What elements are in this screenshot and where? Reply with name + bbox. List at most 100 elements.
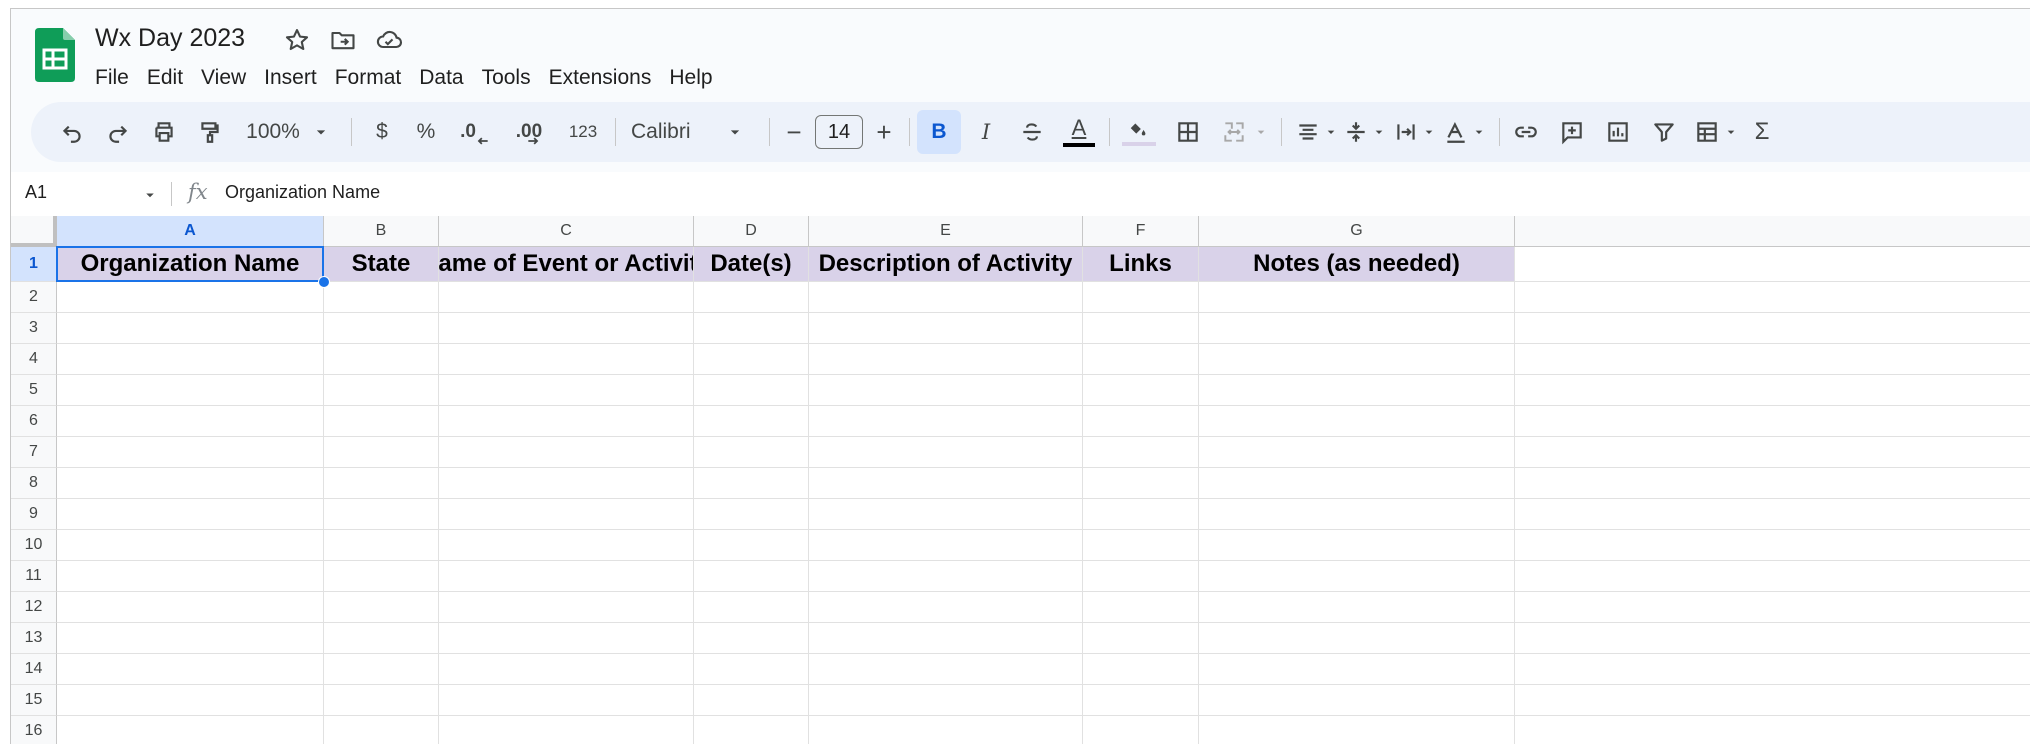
column-header-c[interactable]: C [439, 216, 694, 247]
cell-f12[interactable] [1083, 592, 1199, 623]
cell-g3[interactable] [1199, 313, 1515, 344]
cell-f14[interactable] [1083, 654, 1199, 685]
cell-h4[interactable] [1515, 344, 2030, 375]
cell-d8[interactable] [694, 468, 809, 499]
cell-c1[interactable]: Name of Event or Activity [439, 247, 694, 282]
cell-f6[interactable] [1083, 406, 1199, 437]
cell-h5[interactable] [1515, 375, 2030, 406]
cell-c9[interactable] [439, 499, 694, 530]
cell-g8[interactable] [1199, 468, 1515, 499]
cell-e7[interactable] [809, 437, 1083, 468]
column-header-b[interactable]: B [324, 216, 439, 247]
cell-c11[interactable] [439, 561, 694, 592]
cell-g16[interactable] [1199, 716, 1515, 744]
cell-h8[interactable] [1515, 468, 2030, 499]
cell-f5[interactable] [1083, 375, 1199, 406]
cell-e8[interactable] [809, 468, 1083, 499]
row-header-14[interactable]: 14 [11, 654, 57, 685]
cell-a3[interactable] [57, 313, 324, 344]
insert-chart-icon[interactable] [1601, 102, 1635, 162]
cell-e13[interactable] [809, 623, 1083, 654]
cell-a11[interactable] [57, 561, 324, 592]
menu-extensions[interactable]: Extensions [537, 62, 662, 94]
chevron-down-icon[interactable] [1471, 102, 1487, 162]
row-header-2[interactable]: 2 [11, 282, 57, 313]
cell-d14[interactable] [694, 654, 809, 685]
cell-c13[interactable] [439, 623, 694, 654]
cell-c10[interactable] [439, 530, 694, 561]
cell-h7[interactable] [1515, 437, 2030, 468]
row-header-8[interactable]: 8 [11, 468, 57, 499]
cell-b2[interactable] [324, 282, 439, 313]
star-icon[interactable] [283, 26, 311, 59]
row-header-6[interactable]: 6 [11, 406, 57, 437]
horizontal-align-icon[interactable] [1293, 102, 1323, 162]
text-rotation-icon[interactable] [1441, 102, 1471, 162]
print-icon[interactable] [147, 102, 181, 162]
cell-e11[interactable] [809, 561, 1083, 592]
cell-c3[interactable] [439, 313, 694, 344]
chevron-down-icon[interactable] [311, 102, 331, 162]
chevron-down-icon[interactable] [1253, 102, 1269, 162]
column-header-e[interactable]: E [809, 216, 1083, 247]
cell-c8[interactable] [439, 468, 694, 499]
cell-b4[interactable] [324, 344, 439, 375]
cell-a4[interactable] [57, 344, 324, 375]
bold-button[interactable]: B [917, 110, 961, 154]
cell-d15[interactable] [694, 685, 809, 716]
row-header-4[interactable]: 4 [11, 344, 57, 375]
cell-g11[interactable] [1199, 561, 1515, 592]
borders-icon[interactable] [1171, 102, 1205, 162]
cell-f8[interactable] [1083, 468, 1199, 499]
filter-views-icon[interactable] [1691, 102, 1723, 162]
cell-a15[interactable] [57, 685, 324, 716]
cell-b14[interactable] [324, 654, 439, 685]
vertical-align-icon[interactable] [1341, 102, 1371, 162]
menu-file[interactable]: File [83, 62, 139, 94]
cell-a13[interactable] [57, 623, 324, 654]
formula-input[interactable]: Organization Name [225, 182, 380, 203]
filter-icon[interactable] [1647, 102, 1681, 162]
document-title[interactable]: Wx Day 2023 [95, 24, 245, 53]
row-header-12[interactable]: 12 [11, 592, 57, 623]
cell-h10[interactable] [1515, 530, 2030, 561]
cell-h13[interactable] [1515, 623, 2030, 654]
cell-d5[interactable] [694, 375, 809, 406]
menu-insert[interactable]: Insert [252, 62, 327, 94]
cell-c14[interactable] [439, 654, 694, 685]
column-header-a[interactable]: A [57, 216, 324, 247]
cell-h11[interactable] [1515, 561, 2030, 592]
cell-a9[interactable] [57, 499, 324, 530]
cell-d7[interactable] [694, 437, 809, 468]
undo-icon[interactable] [55, 102, 89, 162]
cell-d9[interactable] [694, 499, 809, 530]
menu-data[interactable]: Data [407, 62, 473, 94]
cell-a14[interactable] [57, 654, 324, 685]
increase-font-size-button[interactable]: + [869, 102, 899, 162]
cell-d2[interactable] [694, 282, 809, 313]
cell-b11[interactable] [324, 561, 439, 592]
cell-d1[interactable]: Date(s) [694, 247, 809, 282]
column-header-g[interactable]: G [1199, 216, 1515, 247]
cell-h14[interactable] [1515, 654, 2030, 685]
cell-e12[interactable] [809, 592, 1083, 623]
cell-g13[interactable] [1199, 623, 1515, 654]
cell-g5[interactable] [1199, 375, 1515, 406]
cell-d11[interactable] [694, 561, 809, 592]
zoom-select[interactable]: 100% [243, 102, 303, 162]
row-header-7[interactable]: 7 [11, 437, 57, 468]
chevron-down-icon[interactable] [1421, 102, 1437, 162]
strikethrough-icon[interactable] [1017, 102, 1047, 162]
cell-h6[interactable] [1515, 406, 2030, 437]
cell-d10[interactable] [694, 530, 809, 561]
cell-d12[interactable] [694, 592, 809, 623]
name-box[interactable]: A1 [25, 182, 47, 203]
cell-b10[interactable] [324, 530, 439, 561]
cell-h2[interactable] [1515, 282, 2030, 313]
cell-e14[interactable] [809, 654, 1083, 685]
cell-e15[interactable] [809, 685, 1083, 716]
cell-g14[interactable] [1199, 654, 1515, 685]
cell-b16[interactable] [324, 716, 439, 744]
cell-b5[interactable] [324, 375, 439, 406]
cell-c15[interactable] [439, 685, 694, 716]
